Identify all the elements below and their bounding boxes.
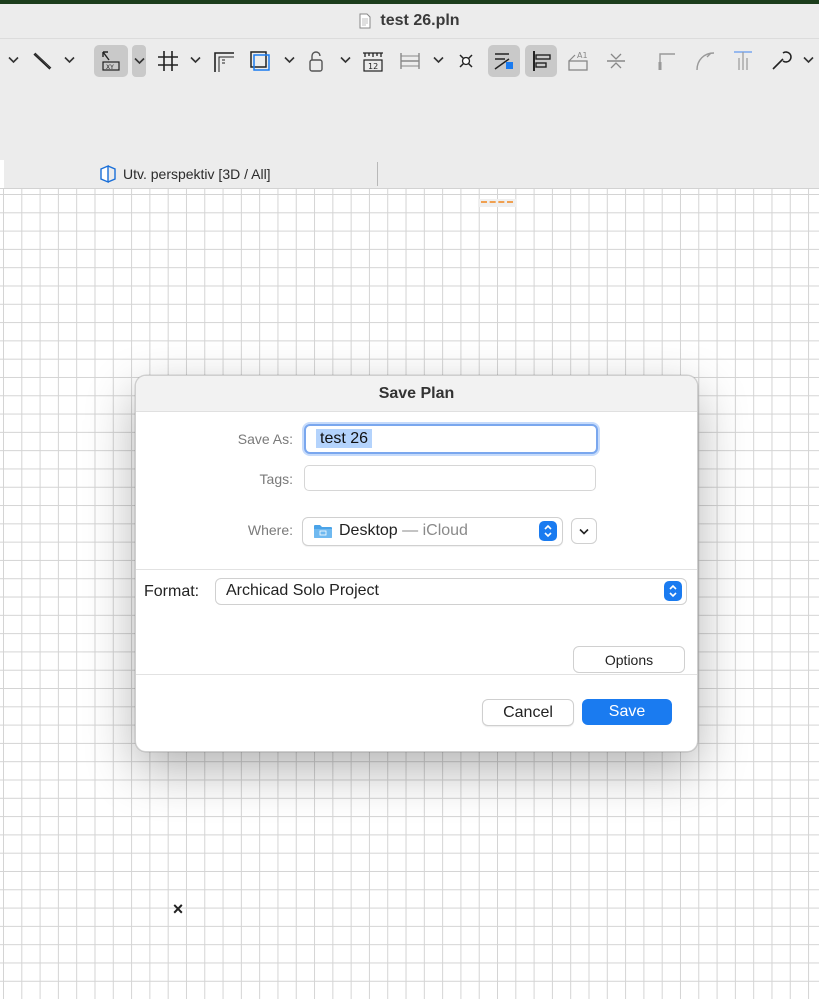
chevron-down-icon[interactable] xyxy=(132,45,146,77)
tags-input[interactable] xyxy=(304,465,596,491)
distribute-icon[interactable] xyxy=(600,45,632,77)
grid-snap-icon[interactable] xyxy=(152,45,184,77)
divider xyxy=(136,674,697,675)
coordinate-xy-icon[interactable]: XY xyxy=(94,45,128,77)
toolbar: XY 12 A1 xyxy=(0,38,819,161)
chevron-down-icon[interactable] xyxy=(283,53,295,67)
save-plan-dialog: Save Plan Save As: test 26 Tags: Where: … xyxy=(135,375,698,752)
window-title: test 26.pln xyxy=(380,12,460,29)
cancel-button[interactable]: Cancel xyxy=(482,699,574,726)
snap-guide-icon[interactable] xyxy=(488,45,520,77)
dialog-title: Save Plan xyxy=(378,384,455,402)
expand-browser-button[interactable] xyxy=(571,518,597,544)
save-as-value: test 26 xyxy=(316,429,373,448)
format-stepper-icon xyxy=(664,581,682,601)
ruler-scale-icon[interactable]: 12 xyxy=(357,45,389,77)
divider xyxy=(136,569,697,570)
lock-icon[interactable] xyxy=(300,45,332,77)
where-select[interactable]: Desktop — iCloud xyxy=(302,517,563,546)
where-location: Desktop xyxy=(339,522,398,539)
tab-3d-perspective[interactable]: Utv. perspektiv [3D / All] xyxy=(98,164,271,184)
svg-text:A1: A1 xyxy=(577,51,588,60)
section-marker xyxy=(478,199,516,207)
save-button[interactable]: Save xyxy=(582,699,672,725)
where-label: Where: xyxy=(247,522,293,538)
chevron-down-icon[interactable] xyxy=(189,53,201,67)
magic-wand-icon[interactable] xyxy=(765,45,797,77)
align-left-icon[interactable] xyxy=(525,45,557,77)
arc-icon[interactable] xyxy=(689,45,721,77)
format-label: Format: xyxy=(144,583,200,600)
chevron-down-icon[interactable] xyxy=(7,53,19,67)
corner-guide-icon[interactable] xyxy=(208,45,240,77)
tab-separator xyxy=(377,162,378,186)
tab-bar-edge xyxy=(0,160,4,188)
tab-3d-label: Utv. perspektiv [3D / All] xyxy=(123,166,271,182)
title-bar: test 26.pln xyxy=(0,4,819,38)
view-tab-bar: Utv. perspektiv [3D / All] xyxy=(0,160,819,189)
chevron-down-icon[interactable] xyxy=(802,53,814,67)
options-button[interactable]: Options xyxy=(573,646,685,673)
layer-stack-icon[interactable] xyxy=(244,45,276,77)
where-stepper-icon xyxy=(539,521,557,541)
chevron-down-icon xyxy=(579,528,589,535)
tags-label: Tags: xyxy=(259,471,293,487)
format-value: Archicad Solo Project xyxy=(226,582,379,599)
format-select[interactable]: Archicad Solo Project xyxy=(215,578,687,605)
document-icon xyxy=(359,13,371,29)
svg-text:XY: XY xyxy=(106,64,114,71)
elevation-icon[interactable] xyxy=(727,45,759,77)
chevron-down-icon[interactable] xyxy=(63,53,75,67)
origin-marker-icon: × xyxy=(172,899,184,919)
folder-icon xyxy=(314,525,332,538)
dimension-tool-icon[interactable] xyxy=(394,45,426,77)
dialog-header: Save Plan xyxy=(136,376,697,412)
text-label-icon[interactable]: A1 xyxy=(562,45,594,77)
save-as-label: Save As: xyxy=(237,431,293,447)
save-as-input[interactable]: test 26 xyxy=(304,424,598,454)
chevron-down-icon[interactable] xyxy=(339,53,351,67)
chevron-down-icon[interactable] xyxy=(432,53,444,67)
where-sub: — iCloud xyxy=(397,522,468,539)
3d-view-icon xyxy=(100,164,116,184)
intersection-icon[interactable] xyxy=(450,45,482,77)
corner-line-icon[interactable] xyxy=(651,45,683,77)
svg-text:12: 12 xyxy=(368,62,378,71)
line-tool-icon[interactable] xyxy=(26,45,58,77)
